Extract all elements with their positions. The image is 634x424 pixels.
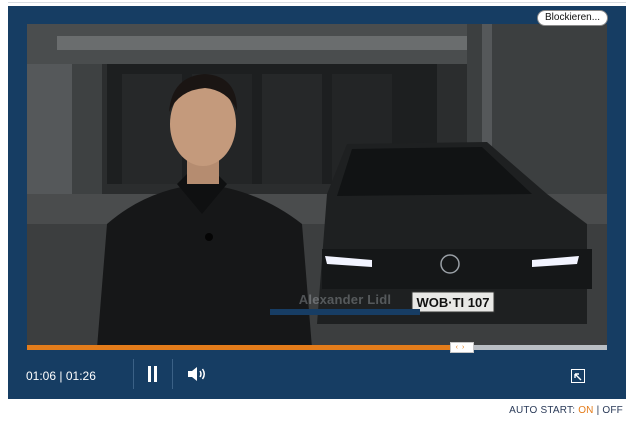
expand-icon: [574, 373, 582, 381]
pause-button[interactable]: [140, 362, 166, 386]
current-time: 01:06: [26, 369, 57, 383]
time-display: 01:06 | 01:26: [26, 369, 96, 383]
control-divider: [133, 359, 134, 389]
autostart-off-link[interactable]: OFF: [602, 405, 623, 416]
fullscreen-button[interactable]: [571, 369, 585, 383]
speaker-name: Alexander Lidl: [298, 292, 392, 307]
time-separator: |: [59, 369, 63, 383]
control-bar: 01:06 | 01:26: [8, 350, 626, 399]
video-frame[interactable]: WOB·TI 107 Alexander Lidl: [27, 24, 607, 348]
license-plate: WOB·TI 107: [417, 295, 490, 310]
autostart-label: AUTO START:: [509, 405, 576, 416]
page: WOB·TI 107 Alexander Lidl Blockieren... …: [0, 0, 634, 424]
autostart-on-link[interactable]: ON: [578, 405, 593, 416]
autostart-separator: |: [596, 405, 600, 416]
autostart-toggle: AUTO START: ON | OFF: [509, 405, 623, 416]
lower-third-bar: [270, 309, 420, 315]
top-divider: [8, 2, 626, 3]
control-divider: [172, 359, 173, 389]
video-player: WOB·TI 107 Alexander Lidl Blockieren... …: [8, 6, 626, 399]
lower-third: Alexander Lidl: [270, 292, 420, 316]
pause-icon: [148, 366, 151, 382]
volume-button[interactable]: [184, 362, 210, 386]
duration: 01:26: [65, 369, 96, 383]
block-button[interactable]: Blockieren...: [537, 10, 609, 26]
volume-icon: [188, 367, 205, 381]
